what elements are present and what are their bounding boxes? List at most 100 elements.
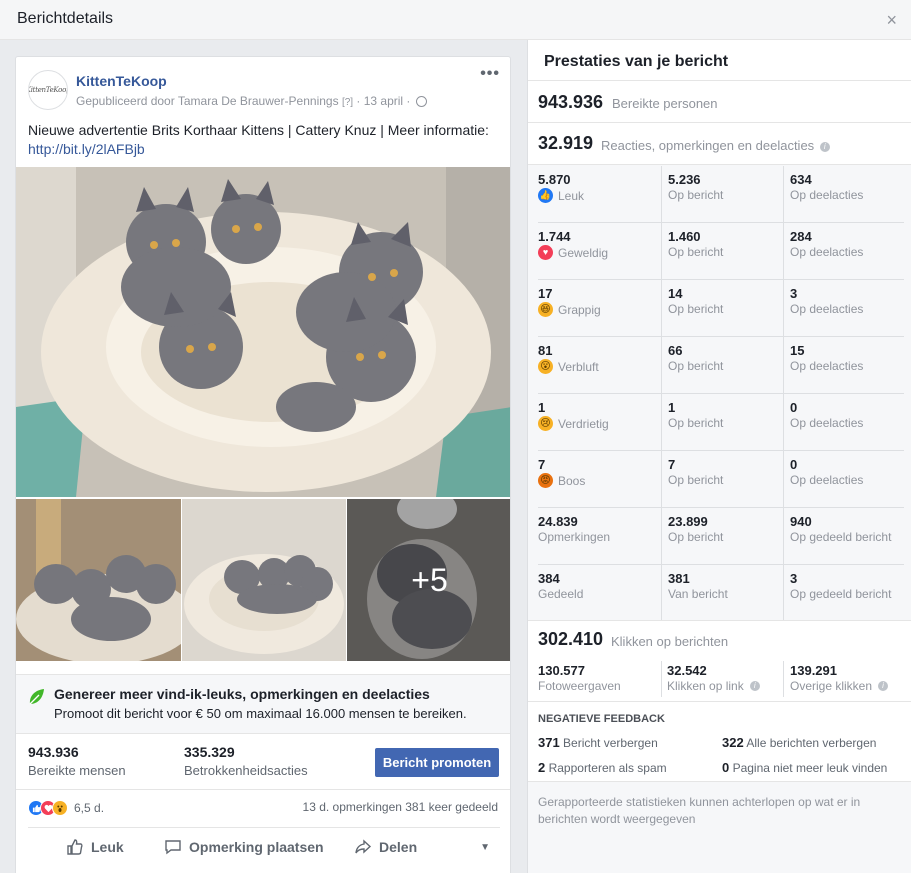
- help-link[interactable]: [?]: [342, 97, 353, 108]
- info-icon[interactable]: i: [878, 681, 889, 691]
- post-meta: Gepubliceerd door Tamara De Brauwer-Penn…: [76, 94, 427, 108]
- share-icon: [355, 839, 372, 854]
- post-text: Nieuwe advertentie Brits Korthaar Kitten…: [28, 121, 503, 159]
- angry-reaction-icon: 😡: [538, 473, 553, 488]
- leaf-icon: [29, 689, 44, 705]
- hide-post-stat: 371 Bericht verbergen: [538, 735, 658, 750]
- unlike-page-stat: 0 Pagina niet meer leuk vinden: [722, 760, 887, 775]
- reach-block: 943.936 Bereikte personen: [528, 81, 911, 123]
- reaction-on-shares-text: Op deelacties: [790, 416, 864, 430]
- hide-all-label: Alle berichten verbergen: [746, 736, 877, 750]
- reaction-total-label: 👍 Leuk: [538, 188, 584, 203]
- reaction-total-value: 24.839: [538, 514, 578, 529]
- share-audience-dropdown[interactable]: ▼: [480, 842, 490, 853]
- wow-reaction-icon: [52, 800, 68, 816]
- reaction-on-shares-text: Op deelacties: [790, 188, 864, 202]
- globe-icon: [415, 96, 427, 107]
- comment-icon: [165, 840, 181, 855]
- promote-suggestion: Genereer meer vind-ik-leuks, opmerkingen…: [16, 674, 510, 734]
- photo-thumbnail[interactable]: [182, 499, 346, 661]
- promote-post-button[interactable]: Bericht promoten: [375, 748, 499, 777]
- reaction-total-label: 😢 Verdrietig: [538, 416, 609, 431]
- reaction-cell-on-post: 23.899 Op bericht: [661, 508, 783, 565]
- reaction-on-shares-value: 0: [790, 457, 798, 472]
- reaction-on-shares-label: Op deelacties: [790, 245, 863, 259]
- sad-reaction-icon: 😢: [538, 416, 553, 431]
- reaction-on-shares-value: 634: [790, 172, 812, 187]
- engagement-label: Betrokkenheidsacties: [184, 763, 308, 778]
- reaction-cell-on-shares: 940 Op gedeeld bericht: [783, 508, 904, 565]
- reaction-cell-total: 1 😢 Verdrietig: [538, 394, 661, 451]
- reaction-total-text: Verdrietig: [558, 416, 609, 431]
- reaction-on-post-label: Op bericht: [668, 245, 723, 259]
- main-photo[interactable]: [16, 167, 510, 497]
- reactions-block: 32.919 Reacties, opmerkingen en deelacti…: [528, 123, 911, 165]
- page-name-link[interactable]: KittenTeKoop: [76, 73, 167, 89]
- reaction-total-value: 384: [538, 571, 560, 586]
- column-divider: [783, 661, 784, 697]
- reaction-on-post-label: Op bericht: [668, 416, 723, 430]
- reaction-on-post-label: Op bericht: [668, 302, 723, 316]
- reaction-on-shares-label: Op deelacties: [790, 416, 863, 430]
- reaction-on-shares-text: Op gedeeld bericht: [790, 530, 892, 544]
- like-button[interactable]: Leuk: [66, 827, 124, 867]
- divider: [16, 789, 510, 790]
- reaction-cell-total: 384 Gedeeld: [538, 565, 661, 622]
- haha-reaction-icon: 😆: [538, 302, 553, 317]
- comment-button[interactable]: Opmerking plaatsen: [164, 827, 324, 867]
- hide-post-value: 371: [538, 735, 560, 750]
- reaction-on-shares-value: 15: [790, 343, 805, 358]
- reaction-on-shares-text: Op deelacties: [790, 302, 864, 316]
- reaction-total-label: Gedeeld: [538, 587, 583, 601]
- reaction-on-post-text: Van bericht: [668, 587, 728, 601]
- reaction-on-post-text: Op bericht: [668, 302, 724, 316]
- reaction-total-label: Opmerkingen: [538, 530, 610, 544]
- chevron-down-icon: ▼: [480, 842, 490, 853]
- post-preview-pane: KittenTeKoop KittenTeKoop Gepubliceerd d…: [0, 40, 527, 873]
- share-label: Delen: [379, 839, 418, 855]
- performance-panel: Prestaties van je bericht 943.936 Bereik…: [527, 40, 911, 873]
- reaction-total-label: 😆 Grappig: [538, 302, 601, 317]
- post-link[interactable]: http://bit.ly/2lAFBjb: [28, 141, 145, 157]
- comments-shares-summary[interactable]: 13 d. opmerkingen 381 keer gedeeld: [303, 800, 498, 814]
- info-icon[interactable]: i: [819, 142, 830, 152]
- photo-views-value: 130.577: [538, 663, 585, 678]
- reaction-cell-on-post: 381 Van bericht: [661, 565, 783, 622]
- reaction-total-label: 😮 Verbluft: [538, 359, 599, 374]
- reaction-total-text: Gedeeld: [538, 587, 584, 601]
- photo-thumbnail[interactable]: [16, 499, 181, 661]
- reaction-on-post-text: Op bericht: [668, 473, 724, 487]
- avatar-logo: KittenTeKoop: [28, 86, 68, 94]
- promo-subtitle: Promoot dit bericht voor € 50 om maximaa…: [54, 706, 467, 721]
- reaction-cell-total: 17 😆 Grappig: [538, 280, 661, 337]
- promo-title: Genereer meer vind-ik-leuks, opmerkingen…: [54, 686, 430, 702]
- share-button[interactable]: Delen: [354, 827, 417, 867]
- clicks-block: 302.410 Klikken op berichten 130.577 Fot…: [528, 620, 911, 702]
- other-clicks-text: Overige klikken: [790, 679, 873, 693]
- reaction-row: 1.744 ♥ Geweldig 1.460 Op bericht 284 Op deela…: [528, 223, 911, 280]
- reaction-summary[interactable]: 6,5 d.: [28, 798, 104, 818]
- reaction-on-shares-label: Op gedeeld bericht: [790, 530, 891, 544]
- reaction-on-post-label: Op bericht: [668, 359, 723, 373]
- reaction-cell-on-post: 66 Op bericht: [661, 337, 783, 394]
- post-date[interactable]: · 13 april ·: [356, 94, 410, 108]
- more-options-icon[interactable]: •••: [480, 65, 500, 83]
- reaction-on-shares-text: Op deelacties: [790, 245, 864, 259]
- page-avatar[interactable]: KittenTeKoop: [28, 70, 68, 110]
- info-icon[interactable]: i: [749, 681, 760, 691]
- reaction-total-text: Boos: [558, 473, 586, 488]
- reaction-count: 6,5 d.: [74, 801, 105, 815]
- post-card: KittenTeKoop KittenTeKoop Gepubliceerd d…: [15, 56, 511, 873]
- link-clicks-text: Klikken op link: [667, 679, 744, 693]
- reaction-on-shares-label: Op deelacties: [790, 302, 863, 316]
- reaction-total-value: 7: [538, 457, 546, 472]
- negative-feedback-title: NEGATIEVE FEEDBACK: [538, 713, 665, 725]
- other-clicks-value: 139.291: [790, 663, 837, 678]
- reaction-on-post-text: Op bericht: [668, 188, 724, 202]
- reactions-total-text: Reacties, opmerkingen en deelacties: [601, 138, 815, 153]
- reaction-on-post-text: Op bericht: [668, 245, 724, 259]
- spam-report-label: Rapporteren als spam: [548, 761, 667, 775]
- close-icon[interactable]: ×: [886, 10, 897, 31]
- reaction-total-value: 1.744: [538, 229, 571, 244]
- photo-thumbnail-more[interactable]: +5: [347, 499, 510, 661]
